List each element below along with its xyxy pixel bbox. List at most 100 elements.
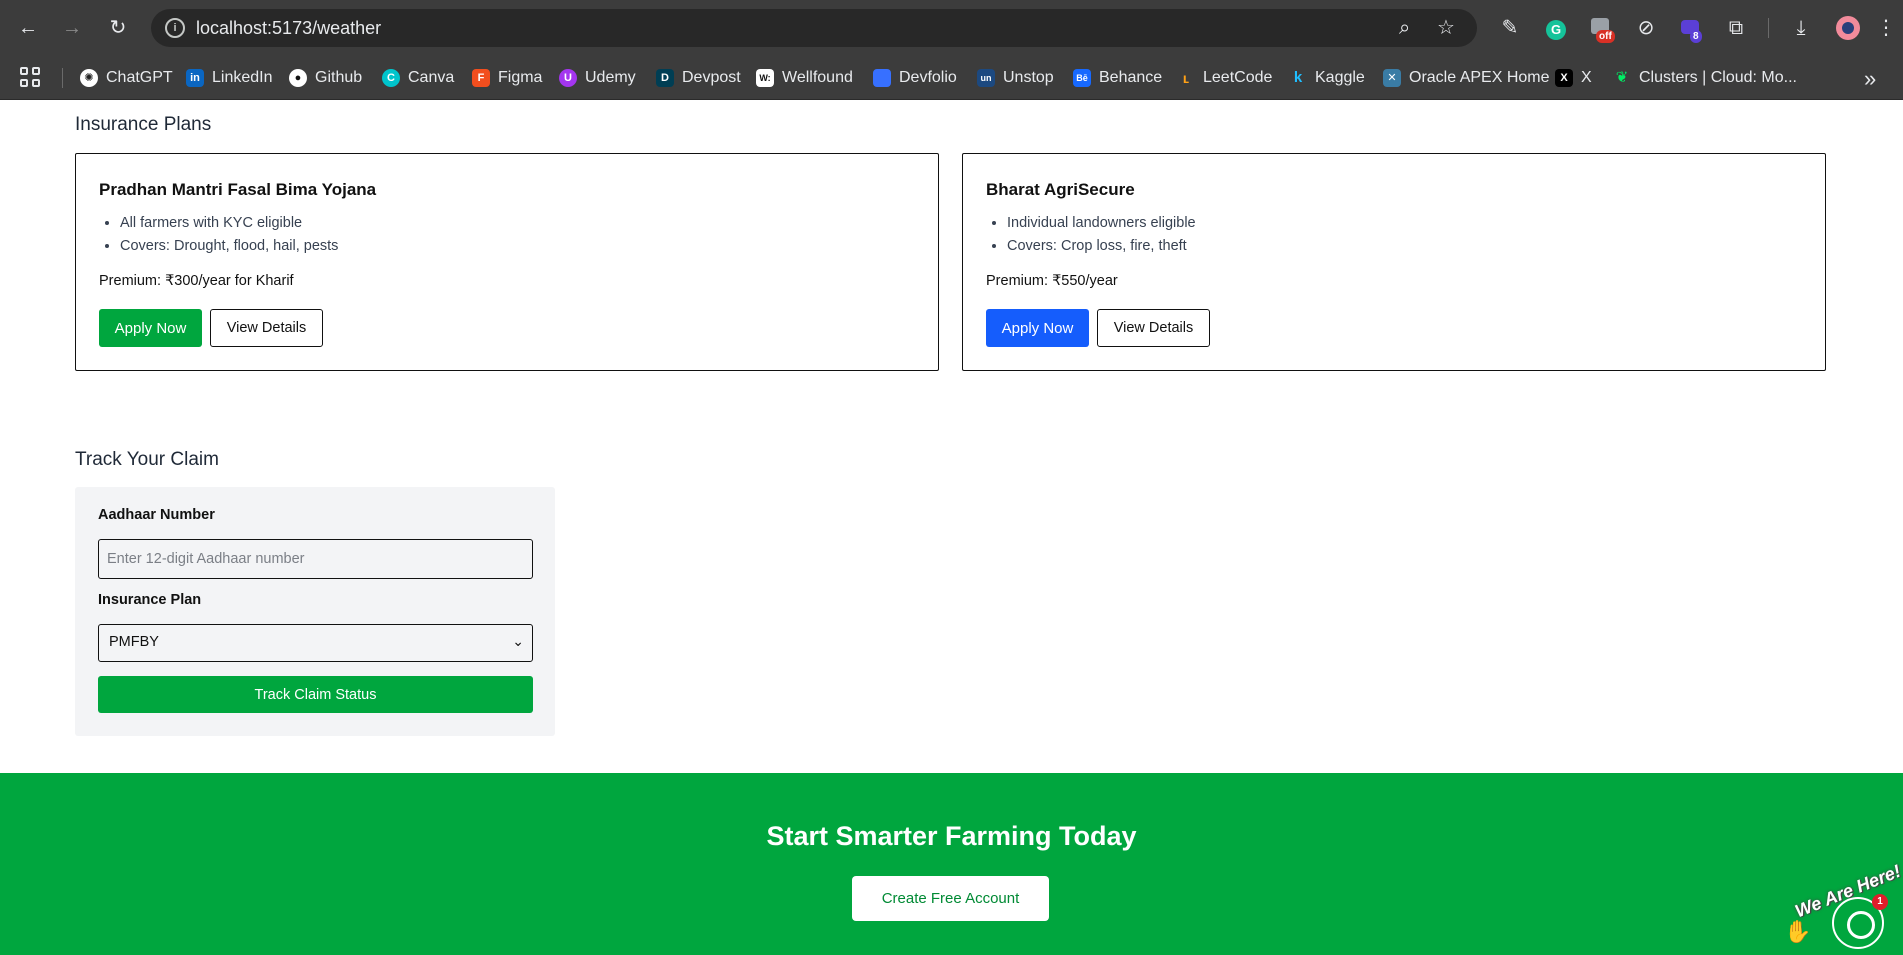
mongodb-leaf-icon: ❦ <box>1615 69 1629 86</box>
track-claim-button[interactable]: Track Claim Status <box>98 676 533 713</box>
bookmark-label: Devfolio <box>899 69 957 86</box>
back-icon[interactable]: ← <box>14 14 42 42</box>
chat-widget[interactable]: We Are Here! ✋ 1 <box>1784 861 1903 955</box>
view-details-button[interactable]: View Details <box>1097 309 1210 347</box>
bookmark-wellfound[interactable]: W: Wellfound <box>756 67 853 89</box>
bookmark-devpost[interactable]: D Devpost <box>656 67 741 89</box>
kaggle-icon: k <box>1293 69 1303 86</box>
download-icon[interactable]: ⤓ <box>1787 14 1815 42</box>
devpost-icon: D <box>656 69 674 87</box>
bookmark-label: Github <box>315 69 363 86</box>
udemy-icon: U <box>559 69 577 87</box>
bookmark-label: Unstop <box>1003 69 1054 86</box>
purple-extension-icon[interactable]: 8 <box>1676 14 1704 43</box>
toolbar-divider <box>1768 18 1769 38</box>
bookmark-github[interactable]: ● Github <box>289 67 362 89</box>
bookmark-label: Wellfound <box>782 69 853 86</box>
aadhaar-label: Aadhaar Number <box>98 507 215 523</box>
bookmark-devfolio[interactable]: Devfolio <box>873 67 957 89</box>
bookmark-label: ChatGPT <box>106 69 173 86</box>
bookmark-chatgpt[interactable]: ✺ ChatGPT <box>80 67 173 89</box>
bookmark-label: Devpost <box>682 69 741 86</box>
eyedropper-extension-icon[interactable]: ✎ <box>1496 14 1524 42</box>
wellfound-icon: W: <box>756 69 774 87</box>
chevron-down-icon: ⌄ <box>512 633 524 649</box>
page-content: Insurance Plans Pradhan Mantri Fasal Bim… <box>0 100 1903 955</box>
bookmark-label: Behance <box>1099 69 1163 86</box>
canva-icon: C <box>382 69 400 87</box>
plan-card-agrisecure: Bharat AgriSecure Individual landowners … <box>962 153 1826 371</box>
plan-card-pmfby: Pradhan Mantri Fasal Bima Yojana All far… <box>75 153 939 371</box>
bookmark-label: Canva <box>408 69 455 86</box>
insurance-plan-select[interactable]: PMFBY ⌄ <box>98 624 533 662</box>
plan-premium: Premium: ₹550/year <box>986 273 1118 289</box>
chatgpt-icon: ✺ <box>80 69 98 87</box>
zoom-icon[interactable]: ⌕ <box>1399 17 1410 39</box>
apps-grid-icon[interactable] <box>20 67 42 89</box>
bookmark-leetcode[interactable]: ʟ LeetCode <box>1177 67 1273 89</box>
profile-avatar[interactable] <box>1836 16 1860 40</box>
aadhaar-input[interactable] <box>98 539 533 579</box>
plan-features: Individual landowners eligible Covers: C… <box>1007 212 1196 258</box>
apply-now-button[interactable]: Apply Now <box>99 309 202 347</box>
linkedin-icon: in <box>186 69 204 87</box>
oracle-apex-icon: ✕ <box>1383 69 1401 87</box>
insurance-plan-label: Insurance Plan <box>98 592 202 608</box>
cta-banner: Start Smarter Farming Today Create Free … <box>0 773 1903 955</box>
forward-icon[interactable]: → <box>58 14 86 42</box>
plan-premium: Premium: ₹300/year for Kharif <box>99 273 294 289</box>
plan-name: Bharat AgriSecure <box>986 180 1135 199</box>
bookmark-label: LinkedIn <box>212 69 273 86</box>
bookmark-linkedin[interactable]: in LinkedIn <box>186 67 273 89</box>
figma-icon: F <box>472 69 490 87</box>
extension-count-badge: 8 <box>1690 30 1702 43</box>
bookmark-udemy[interactable]: U Udemy <box>559 67 636 89</box>
create-account-button[interactable]: Create Free Account <box>852 876 1049 921</box>
more-bookmarks-icon[interactable]: » <box>1864 66 1876 92</box>
bookmark-label: Oracle APEX Home <box>1409 69 1550 86</box>
bookmarks-divider <box>62 68 63 88</box>
devfolio-icon <box>873 69 891 87</box>
disabled-extension-icon[interactable]: ⊘ <box>1632 14 1660 42</box>
github-icon: ● <box>289 69 307 87</box>
extensions-puzzle-icon[interactable]: ⧉ <box>1722 14 1750 42</box>
browser-menu-icon[interactable]: ⋮ <box>1872 14 1900 42</box>
bookmark-canva[interactable]: C Canva <box>382 67 454 89</box>
address-url[interactable]: localhost:5173/weather <box>196 18 381 39</box>
bookmark-label: Clusters | Cloud: Mo... <box>1639 69 1797 86</box>
extension-off-badge: off <box>1596 30 1615 43</box>
chat-unread-badge: 1 <box>1872 894 1888 910</box>
track-claim-heading: Track Your Claim <box>75 449 219 470</box>
plan-feature: Individual landowners eligible <box>1007 212 1196 235</box>
grammarly-extension-icon[interactable]: G <box>1542 14 1570 42</box>
bookmark-clusters[interactable]: ❦ Clusters | Cloud: Mo... <box>1613 67 1797 89</box>
cta-title: Start Smarter Farming Today <box>766 821 1137 851</box>
bookmark-label: Kaggle <box>1315 69 1365 86</box>
insurance-plan-selected: PMFBY <box>109 634 159 650</box>
leetcode-icon: ʟ <box>1182 70 1190 86</box>
bookmark-unstop[interactable]: un Unstop <box>977 67 1054 89</box>
plan-feature: Covers: Drought, flood, hail, pests <box>120 235 338 258</box>
bookmark-behance[interactable]: Bē Behance <box>1073 67 1162 89</box>
insurance-plans-heading: Insurance Plans <box>75 114 212 135</box>
site-info-icon[interactable]: i <box>165 18 185 38</box>
plan-name: Pradhan Mantri Fasal Bima Yojana <box>99 180 377 199</box>
unstop-icon: un <box>977 69 995 87</box>
bookmark-figma[interactable]: F Figma <box>472 67 542 89</box>
bookmark-star-icon[interactable]: ☆ <box>1437 17 1455 39</box>
x-icon: X <box>1555 69 1573 87</box>
track-claim-form: Aadhaar Number Insurance Plan PMFBY ⌄ Tr… <box>75 487 555 736</box>
view-details-button[interactable]: View Details <box>210 309 323 347</box>
behance-icon: Bē <box>1073 69 1091 87</box>
plan-feature: All farmers with KYC eligible <box>120 212 338 235</box>
plan-features: All farmers with KYC eligible Covers: Dr… <box>120 212 338 258</box>
bookmarks-bar: ✺ ChatGPT in LinkedIn ● Github C Canva F… <box>0 56 1903 100</box>
plan-feature: Covers: Crop loss, fire, theft <box>1007 235 1196 258</box>
address-bar[interactable]: i localhost:5173/weather ⌕ ☆ <box>151 9 1477 47</box>
apply-now-button[interactable]: Apply Now <box>986 309 1089 347</box>
bookmark-oracle-apex[interactable]: ✕ Oracle APEX Home <box>1383 67 1550 89</box>
extension-off-icon[interactable]: off <box>1586 14 1615 43</box>
bookmark-kaggle[interactable]: k Kaggle <box>1289 67 1365 89</box>
reload-icon[interactable]: ↻ <box>104 14 132 42</box>
bookmark-x[interactable]: X X <box>1555 67 1592 89</box>
